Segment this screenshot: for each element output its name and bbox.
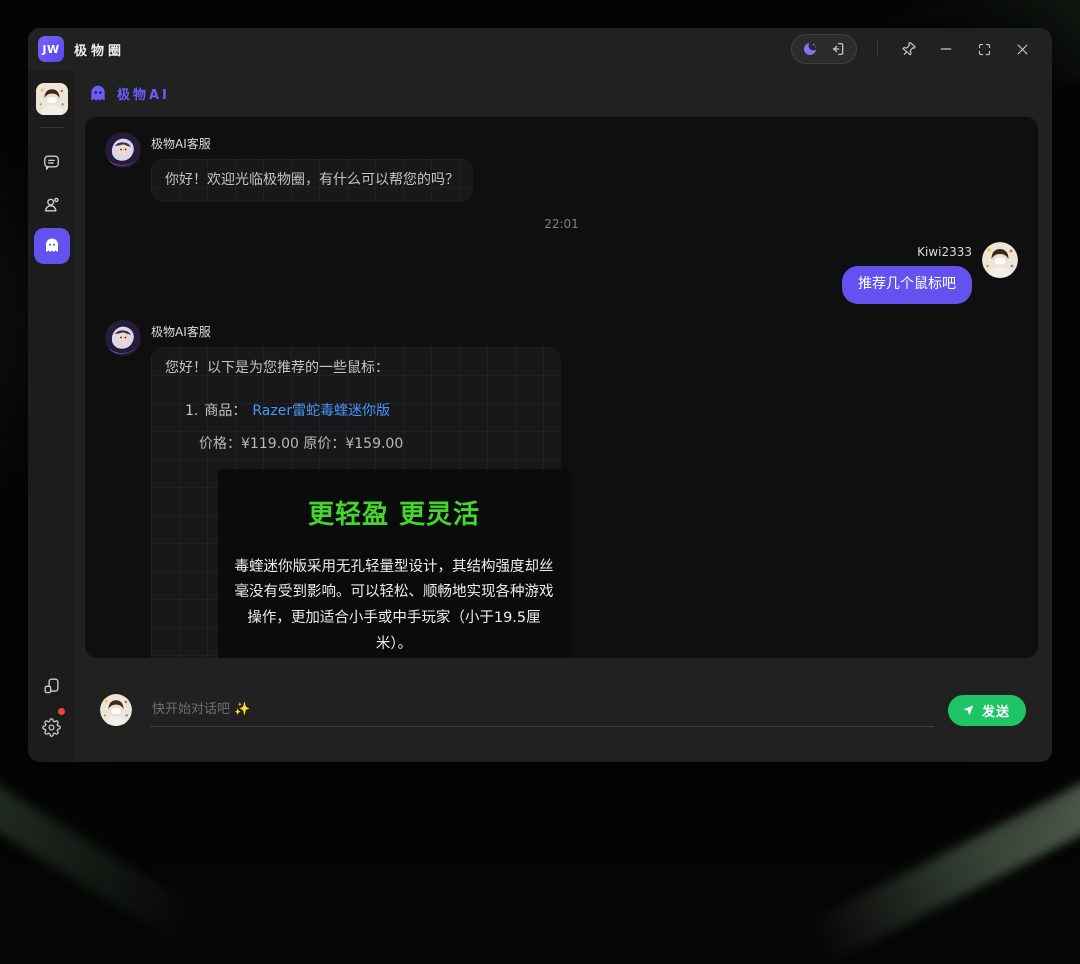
titlebar-divider: [877, 41, 878, 57]
user-avatar-image: [36, 83, 68, 115]
recommendation-intro: 您好！以下是为您推荐的一些鼠标：: [165, 358, 547, 379]
composer: 发送: [75, 658, 1052, 762]
minimize-button[interactable]: [928, 34, 964, 64]
recommendation-list: 1. 商品： Razer雷蛇毒蝰迷你版 价格：¥119.00 原价：¥159.0…: [165, 401, 547, 658]
maximize-button[interactable]: [966, 34, 1002, 64]
desktop-streak-bottom-right: [806, 769, 1080, 964]
timestamp: 22:01: [105, 217, 1018, 231]
item-price-line: 价格：¥119.00 原价：¥159.00: [185, 434, 547, 455]
sidebar-item-settings[interactable]: [34, 709, 70, 745]
message-ai-recommendation: 极物AI客服 您好！以下是为您推荐的一些鼠标： 1. 商品： Razer雷蛇毒蝰…: [105, 320, 1018, 658]
sidebar-divider: [39, 127, 65, 128]
agent-name: 极物AI客服: [151, 323, 561, 340]
chat-header: 极物AI: [75, 70, 1052, 117]
agent-avatar[interactable]: [105, 132, 141, 168]
ai-greeting-bubble: 你好！欢迎光临极物圈，有什么可以帮您的吗？: [151, 159, 473, 202]
titlebar-controls: [791, 34, 1040, 64]
user-avatar-image: [982, 242, 1018, 278]
product-card-headline: 更轻盈 更灵活: [218, 496, 570, 535]
recommendation-item: 1. 商品： Razer雷蛇毒蝰迷你版: [185, 401, 547, 422]
send-plane-icon: [961, 703, 975, 717]
app-title: 极物圈: [74, 40, 125, 59]
product-link[interactable]: Razer雷蛇毒蝰迷你版: [252, 401, 390, 422]
chat-messages-icon: [42, 153, 61, 172]
ai-recommendation-bubble: 您好！以下是为您推荐的一些鼠标： 1. 商品： Razer雷蛇毒蝰迷你版 价格：…: [151, 347, 561, 658]
message-user-request: Kiwi2333 推荐几个鼠标吧: [105, 242, 1018, 304]
app-logo-text: JW: [42, 43, 59, 56]
item-index: 1.: [185, 401, 198, 422]
agent-avatar-image: [105, 320, 141, 356]
settings-notification-dot: [58, 708, 65, 715]
multi-device-icon: [42, 676, 61, 695]
send-button[interactable]: 发送: [948, 695, 1026, 726]
titlebar-quick-toggles: [791, 34, 857, 64]
app-logo: JW: [38, 36, 64, 62]
contacts-icon: [42, 195, 61, 214]
product-card-image[interactable]: 更轻盈 更灵活 毒蝰迷你版采用无孔轻量型设计，其结构强度却丝毫没有受到影响。可以…: [218, 469, 570, 658]
chat-title: 极物AI: [117, 84, 170, 103]
sidebar-user-avatar[interactable]: [36, 83, 68, 115]
sidebar-item-ai-chat[interactable]: [34, 228, 70, 264]
product-card-description: 毒蝰迷你版采用无孔轻量型设计，其结构强度却丝毫没有受到影响。可以轻松、顺畅地实现…: [234, 555, 554, 658]
main-area: 极物AI: [75, 70, 1052, 762]
user-message-bubble: 推荐几个鼠标吧: [842, 266, 972, 304]
desktop-streak-bottom-left: [0, 774, 202, 946]
sidebar-item-devices[interactable]: [34, 667, 70, 703]
user-name: Kiwi2333: [842, 245, 972, 259]
sidebar-item-contacts[interactable]: [34, 186, 70, 222]
agent-avatar-image: [105, 132, 141, 168]
sidebar-item-messages[interactable]: [34, 144, 70, 180]
agent-name: 极物AI客服: [151, 135, 473, 152]
message-ai-greeting: 极物AI客服 你好！欢迎光临极物圈，有什么可以帮您的吗？: [105, 132, 1018, 202]
send-button-label: 发送: [982, 701, 1010, 720]
app-window: JW 极物圈: [28, 28, 1052, 762]
chat-message-list[interactable]: 极物AI客服 你好！欢迎光临极物圈，有什么可以帮您的吗？ 22:01: [85, 117, 1038, 658]
theme-toggle-moon-icon[interactable]: [797, 37, 823, 61]
user-avatar-image: [100, 694, 132, 726]
titlebar: JW 极物圈: [28, 28, 1052, 70]
message-input[interactable]: [150, 693, 934, 727]
close-button[interactable]: [1004, 34, 1040, 64]
sidebar: [28, 70, 75, 762]
agent-avatar[interactable]: [105, 320, 141, 356]
exit-to-tray-icon[interactable]: [825, 37, 851, 61]
composer-user-avatar[interactable]: [100, 694, 132, 726]
settings-gear-icon: [42, 718, 61, 737]
item-label: 商品：: [204, 401, 246, 422]
pin-window-button[interactable]: [890, 34, 926, 64]
ghost-icon: [88, 84, 108, 104]
user-avatar[interactable]: [982, 242, 1018, 278]
window-body: 极物AI: [28, 70, 1052, 762]
ai-ghost-icon: [43, 237, 61, 255]
